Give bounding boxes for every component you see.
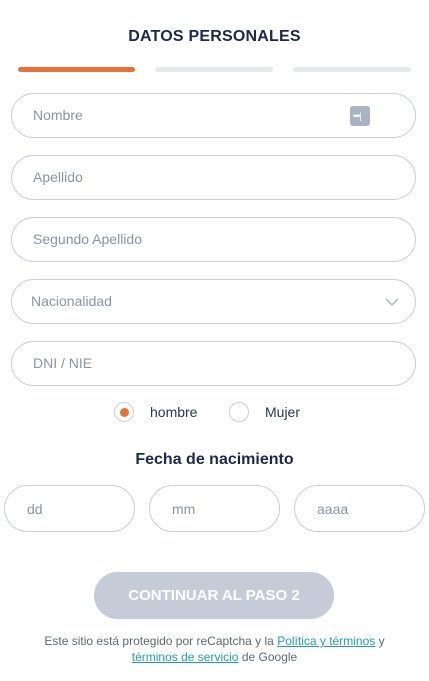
month-field[interactable]: mm bbox=[149, 485, 280, 532]
fecha-nacimiento-title: Fecha de nacimiento bbox=[135, 451, 294, 468]
month-placeholder: mm bbox=[172, 501, 196, 517]
year-field[interactable]: aaaa bbox=[294, 485, 425, 532]
progress-stepper bbox=[18, 67, 411, 72]
terms-link[interactable]: términos de servicio bbox=[132, 650, 239, 664]
nacionalidad-select[interactable]: Nacionalidad bbox=[11, 279, 416, 324]
recaptcha-notice: Este sitio está protegido por reCaptcha … bbox=[0, 633, 429, 665]
password-manager-icon[interactable]: •••| bbox=[350, 106, 370, 126]
step-2-indicator bbox=[155, 67, 273, 72]
continue-button[interactable]: CONTINUAR AL PASO 2 bbox=[94, 572, 334, 619]
chevron-down-icon bbox=[385, 298, 399, 307]
apellido-field[interactable]: Apellido bbox=[11, 155, 416, 200]
nombre-placeholder: Nombre bbox=[33, 107, 83, 123]
segundo-apellido-field[interactable]: Segundo Apellido bbox=[11, 217, 416, 262]
nacionalidad-placeholder: Nacionalidad bbox=[31, 293, 112, 309]
day-field[interactable]: dd bbox=[4, 485, 135, 532]
radio-mujer-label[interactable]: Mujer bbox=[265, 404, 300, 420]
footer-text-after: de Google bbox=[241, 650, 298, 664]
apellido-placeholder: Apellido bbox=[33, 169, 83, 185]
year-placeholder: aaaa bbox=[317, 501, 349, 517]
sexo-radio-group: hombre Mujer bbox=[0, 402, 429, 426]
policy-link[interactable]: Política y términos bbox=[277, 634, 375, 648]
radio-mujer[interactable] bbox=[229, 402, 249, 422]
radio-hombre[interactable] bbox=[114, 402, 134, 422]
nombre-field[interactable]: Nombre •••| bbox=[11, 93, 416, 138]
footer-text-middle: y bbox=[378, 634, 385, 648]
day-placeholder: dd bbox=[27, 501, 43, 517]
radio-hombre-label[interactable]: hombre bbox=[150, 404, 197, 420]
footer-text-before: Este sitio está protegido por reCaptcha … bbox=[44, 634, 274, 648]
segundo-apellido-placeholder: Segundo Apellido bbox=[33, 231, 142, 247]
step-1-indicator bbox=[18, 67, 135, 72]
dni-placeholder: DNI / NIE bbox=[33, 355, 93, 371]
step-3-indicator bbox=[293, 67, 411, 72]
dni-field[interactable]: DNI / NIE bbox=[11, 341, 416, 386]
page-title: DATOS PERSONALES bbox=[128, 28, 301, 45]
